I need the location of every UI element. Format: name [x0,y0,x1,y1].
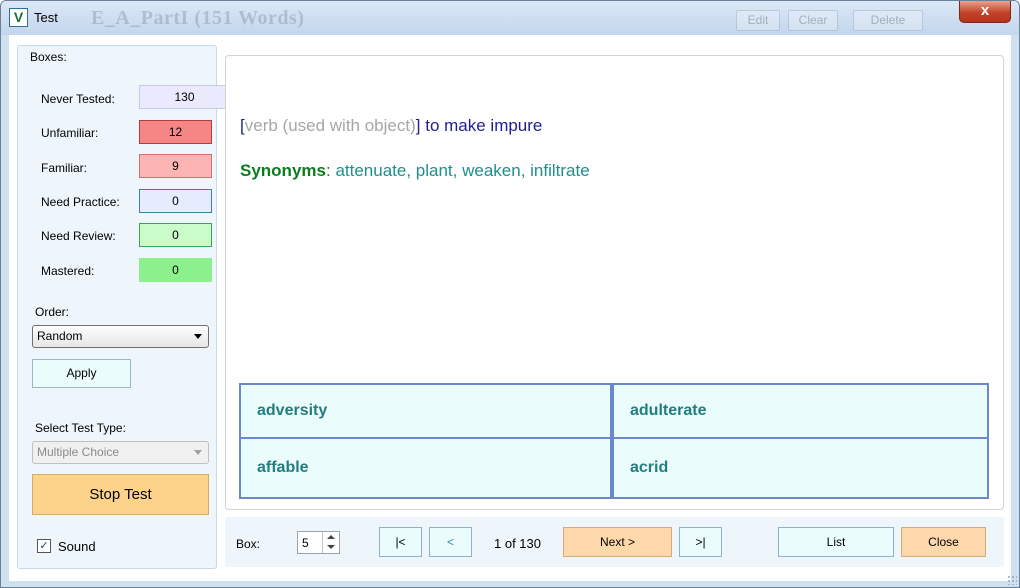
choice-button[interactable]: adversity [239,383,612,439]
chevron-down-icon [194,334,202,339]
order-label: Order: [35,305,70,319]
sound-checkbox[interactable]: ✓ [37,539,51,553]
boxes-caption: Boxes: [28,50,69,64]
synonyms-list: attenuate, plant, weaken, infiltrate [330,161,590,180]
last-button[interactable]: >| [679,527,722,557]
order-select[interactable]: Random [32,325,209,348]
need-review-label: Need Review: [41,229,116,243]
test-type-select-value: Multiple Choice [37,445,120,459]
definition-text: [verb (used with object)] to make impure [240,116,542,136]
synonyms-label: Synonyms [240,161,326,180]
boxes-panel: Boxes: Never Tested: 130 Unfamiliar: 12 … [17,45,229,569]
sound-label: Sound [58,539,96,554]
navigation-bar: Box: 5 |< < 1 of 130 Next > >| List Clos… [225,517,1004,567]
box-stepper-value: 5 [302,536,309,550]
stepper-up-icon[interactable] [327,535,335,539]
background-edit-button: Edit [736,10,780,31]
stepper-down-icon[interactable] [327,545,335,549]
need-practice-label: Need Practice: [41,195,120,209]
familiar-count[interactable]: 9 [139,154,212,178]
background-delete-button: Delete [853,10,923,31]
order-select-value: Random [37,329,83,343]
first-button[interactable]: |< [379,527,422,557]
chevron-down-icon [194,450,202,455]
background-clear-button: Clear [788,10,838,31]
test-type-select[interactable]: Multiple Choice [32,441,209,464]
window-close-button[interactable]: x [959,1,1011,23]
apply-button[interactable]: Apply [32,359,131,388]
app-icon: V [9,8,28,27]
page-indicator: 1 of 130 [494,536,541,551]
never-tested-label: Never Tested: [41,92,115,106]
unfamiliar-count[interactable]: 12 [139,120,212,144]
test-type-label: Select Test Type: [35,421,126,435]
box-label: Box: [236,537,261,551]
part-of-speech: verb (used with object) [244,116,416,135]
stop-test-button[interactable]: Stop Test [32,474,209,515]
stepper-arrows[interactable] [322,532,339,553]
client-area: Boxes: Never Tested: 130 Unfamiliar: 12 … [9,35,1011,581]
list-button[interactable]: List [778,527,894,557]
question-panel: [verb (used with object)] to make impure… [225,55,1004,510]
choice-button[interactable]: acrid [612,437,989,499]
close-button[interactable]: Close [901,527,986,557]
definition-body: to make impure [420,116,543,135]
answer-choices: adversity adulterate affable acrid [239,383,989,499]
next-button[interactable]: Next > [563,527,672,557]
mastered-count[interactable]: 0 [139,258,212,282]
never-tested-count[interactable]: 130 [139,85,229,109]
synonyms-line: Synonyms: attenuate, plant, weaken, infi… [240,161,590,181]
window-title: Test [34,10,58,25]
unfamiliar-label: Unfamiliar: [41,126,99,140]
test-window: V Test E_A_PartI (151 Words) Edit Clear … [0,0,1020,588]
background-window-title: E_A_PartI (151 Words) [91,7,305,29]
choice-button[interactable]: adulterate [612,383,989,439]
title-bar[interactable]: V Test E_A_PartI (151 Words) Edit Clear … [1,1,1019,35]
box-stepper[interactable]: 5 [297,531,340,554]
need-review-count[interactable]: 0 [139,223,212,247]
previous-button[interactable]: < [429,527,472,557]
familiar-label: Familiar: [41,161,88,175]
mastered-label: Mastered: [41,264,95,278]
resize-grip-icon[interactable] [1007,575,1017,585]
need-practice-count[interactable]: 0 [139,189,212,213]
choice-button[interactable]: affable [239,437,612,499]
